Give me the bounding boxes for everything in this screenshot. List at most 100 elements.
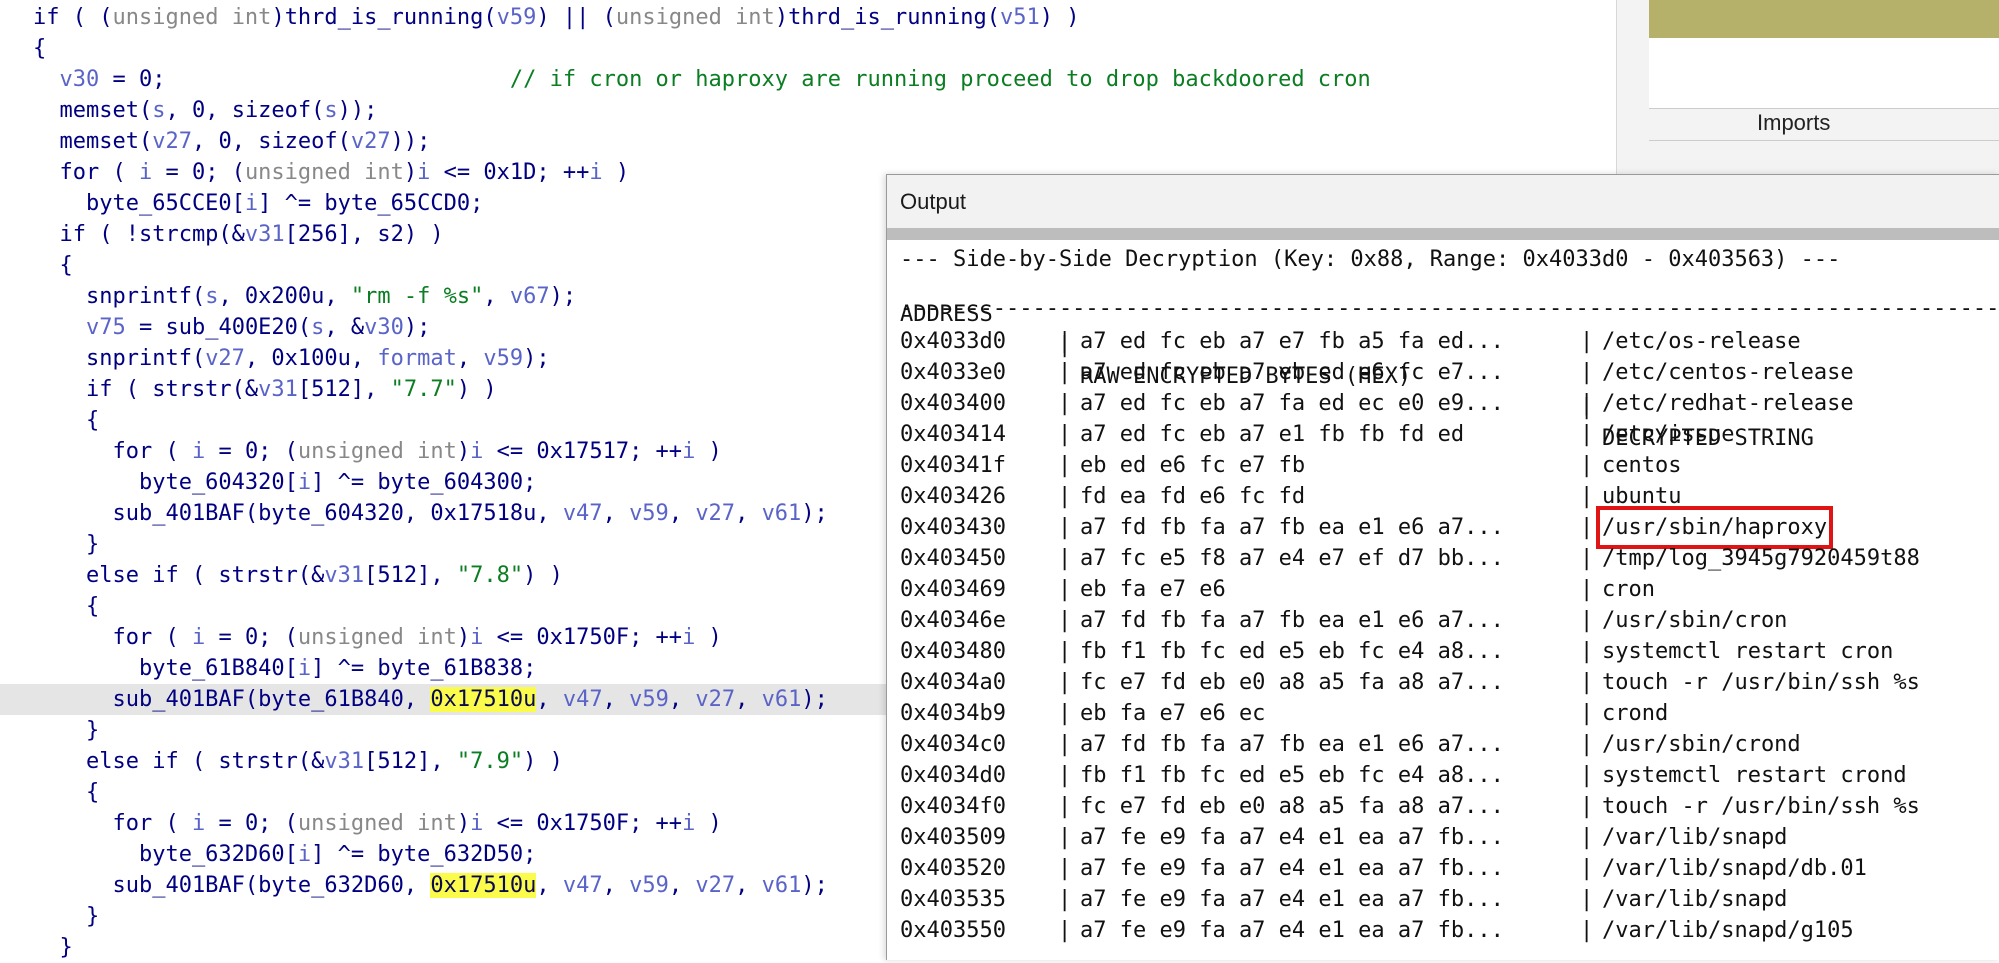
code-token[interactable]: v30 (60, 67, 100, 92)
code-token[interactable]: for ( (33, 625, 192, 650)
code-token[interactable]: "rm -f %s" (351, 284, 483, 309)
code-token[interactable]: ) (603, 160, 629, 185)
imports-tab[interactable]: Imports (1757, 108, 1830, 138)
code-line[interactable]: memset(v27, 0, sizeof(v27)); (0, 126, 1616, 157)
code-token[interactable]: )); (391, 129, 431, 154)
code-token[interactable]: ] ^= byte_632D50; (311, 842, 536, 867)
code-token[interactable]: } (33, 532, 99, 557)
code-token[interactable]: for ( (33, 160, 139, 185)
code-token[interactable]: s (205, 284, 218, 309)
code-token[interactable]: sub_401BAF(byte_632D60, (33, 873, 430, 898)
code-token[interactable]: [512], (364, 749, 457, 774)
code-token[interactable]: v30 (364, 315, 404, 340)
code-token[interactable]: ) || ( (536, 5, 615, 30)
code-token[interactable]: snprintf( (33, 346, 205, 371)
code-token[interactable]: v27 (205, 346, 245, 371)
code-token[interactable]: } (33, 718, 99, 743)
code-token[interactable]: = sub_400E20( (126, 315, 311, 340)
code-token[interactable]: <= 0x1750F; ++ (483, 811, 682, 836)
code-token[interactable]: ) (457, 811, 470, 836)
code-token[interactable]: if ( !strcmp(& (33, 222, 244, 247)
code-token[interactable]: )); (338, 98, 378, 123)
code-token[interactable]: s (311, 315, 324, 340)
code-token[interactable]: sub_401BAF(byte_61B840, (33, 687, 430, 712)
code-token[interactable]: ) (695, 625, 722, 650)
code-token[interactable]: unsigned int (616, 5, 775, 30)
code-token[interactable]: { (33, 408, 99, 433)
code-token[interactable]: , & (324, 315, 364, 340)
code-token[interactable]: byte_61B840[ (33, 656, 298, 681)
code-token[interactable]: ] ^= byte_604300; (311, 470, 536, 495)
code-token[interactable]: , 0x200u, (218, 284, 350, 309)
code-token[interactable]: v31 (245, 222, 285, 247)
code-token[interactable]: i (470, 439, 483, 464)
code-token[interactable]: // if cron or haproxy are running procee… (510, 67, 1371, 92)
code-token[interactable]: i (589, 160, 602, 185)
code-token[interactable]: i (192, 439, 205, 464)
code-token[interactable]: v31 (324, 563, 364, 588)
code-token[interactable]: for ( (33, 439, 192, 464)
code-token[interactable]: [512], (364, 563, 457, 588)
code-token[interactable]: ); (801, 687, 828, 712)
code-token[interactable]: unsigned int (298, 439, 457, 464)
code-token[interactable]: , (669, 501, 696, 526)
code-token[interactable]: i (192, 625, 205, 650)
code-token[interactable]: v27 (152, 129, 192, 154)
code-token[interactable]: { (33, 36, 46, 61)
code-token[interactable]: <= 0x1750F; ++ (483, 625, 682, 650)
code-token[interactable]: memset( (33, 98, 152, 123)
code-token[interactable]: v27 (351, 129, 391, 154)
code-token[interactable]: i (192, 811, 205, 836)
code-token[interactable]: = 0; ( (205, 625, 297, 650)
code-token[interactable]: { (33, 594, 99, 619)
code-token[interactable]: i (470, 625, 483, 650)
code-token[interactable]: i (682, 439, 695, 464)
code-token[interactable]: , (735, 873, 762, 898)
code-token[interactable]: unsigned int (298, 811, 457, 836)
code-token[interactable]: ] ^= byte_61B838; (311, 656, 536, 681)
highlighted-token[interactable]: 0x17510u (430, 687, 537, 712)
code-token[interactable]: ) (271, 5, 284, 30)
code-token[interactable]: "7.7" (391, 377, 457, 402)
code-token[interactable]: v59 (629, 687, 669, 712)
code-token[interactable]: , (483, 284, 510, 309)
code-line[interactable]: { (0, 33, 1616, 64)
code-token[interactable]: ); (523, 346, 550, 371)
output-text-area[interactable]: --- Side-by-Side Decryption (Key: 0x88, … (887, 240, 1999, 960)
code-token[interactable]: ) ) (523, 749, 563, 774)
code-token[interactable]: v47 (563, 687, 603, 712)
code-token[interactable]: v61 (762, 501, 802, 526)
code-token[interactable]: unsigned int (112, 5, 271, 30)
code-token[interactable]: = 0; (99, 67, 510, 92)
code-token[interactable]: = 0; ( (152, 160, 244, 185)
code-token[interactable]: i (298, 842, 311, 867)
code-token[interactable]: v47 (563, 501, 603, 526)
code-token[interactable]: i (245, 191, 258, 216)
code-token[interactable]: { (33, 780, 99, 805)
code-token[interactable]: else if ( strstr(& (33, 749, 324, 774)
side-panel-tab-area[interactable] (1649, 38, 1999, 109)
code-token[interactable]: , (603, 501, 630, 526)
code-token[interactable]: [512], (298, 377, 391, 402)
code-token[interactable]: , (603, 687, 630, 712)
code-line[interactable]: if ( (unsigned int)thrd_is_running(v59) … (0, 2, 1616, 33)
code-token[interactable]: s (324, 98, 337, 123)
code-token[interactable]: v59 (483, 346, 523, 371)
code-token[interactable]: v31 (258, 377, 298, 402)
code-token[interactable]: v67 (510, 284, 550, 309)
code-token[interactable]: <= 0x1D; ++ (430, 160, 590, 185)
code-token[interactable]: ) ) (523, 563, 563, 588)
code-token[interactable]: byte_604320[ (33, 470, 298, 495)
code-token[interactable]: i (417, 160, 430, 185)
code-token[interactable]: i (298, 656, 311, 681)
code-token[interactable]: = 0; ( (205, 439, 297, 464)
code-token[interactable]: ( (483, 5, 496, 30)
code-token[interactable]: ) (457, 439, 470, 464)
code-token[interactable]: ] ^= byte_65CCD0; (258, 191, 483, 216)
code-token[interactable]: ) (457, 625, 470, 650)
code-token[interactable]: memset( (33, 129, 152, 154)
code-token[interactable]: [256], s2) ) (285, 222, 444, 247)
code-token[interactable]: ) (404, 160, 417, 185)
code-token[interactable]: , 0, sizeof( (165, 98, 324, 123)
code-token[interactable] (33, 315, 86, 340)
